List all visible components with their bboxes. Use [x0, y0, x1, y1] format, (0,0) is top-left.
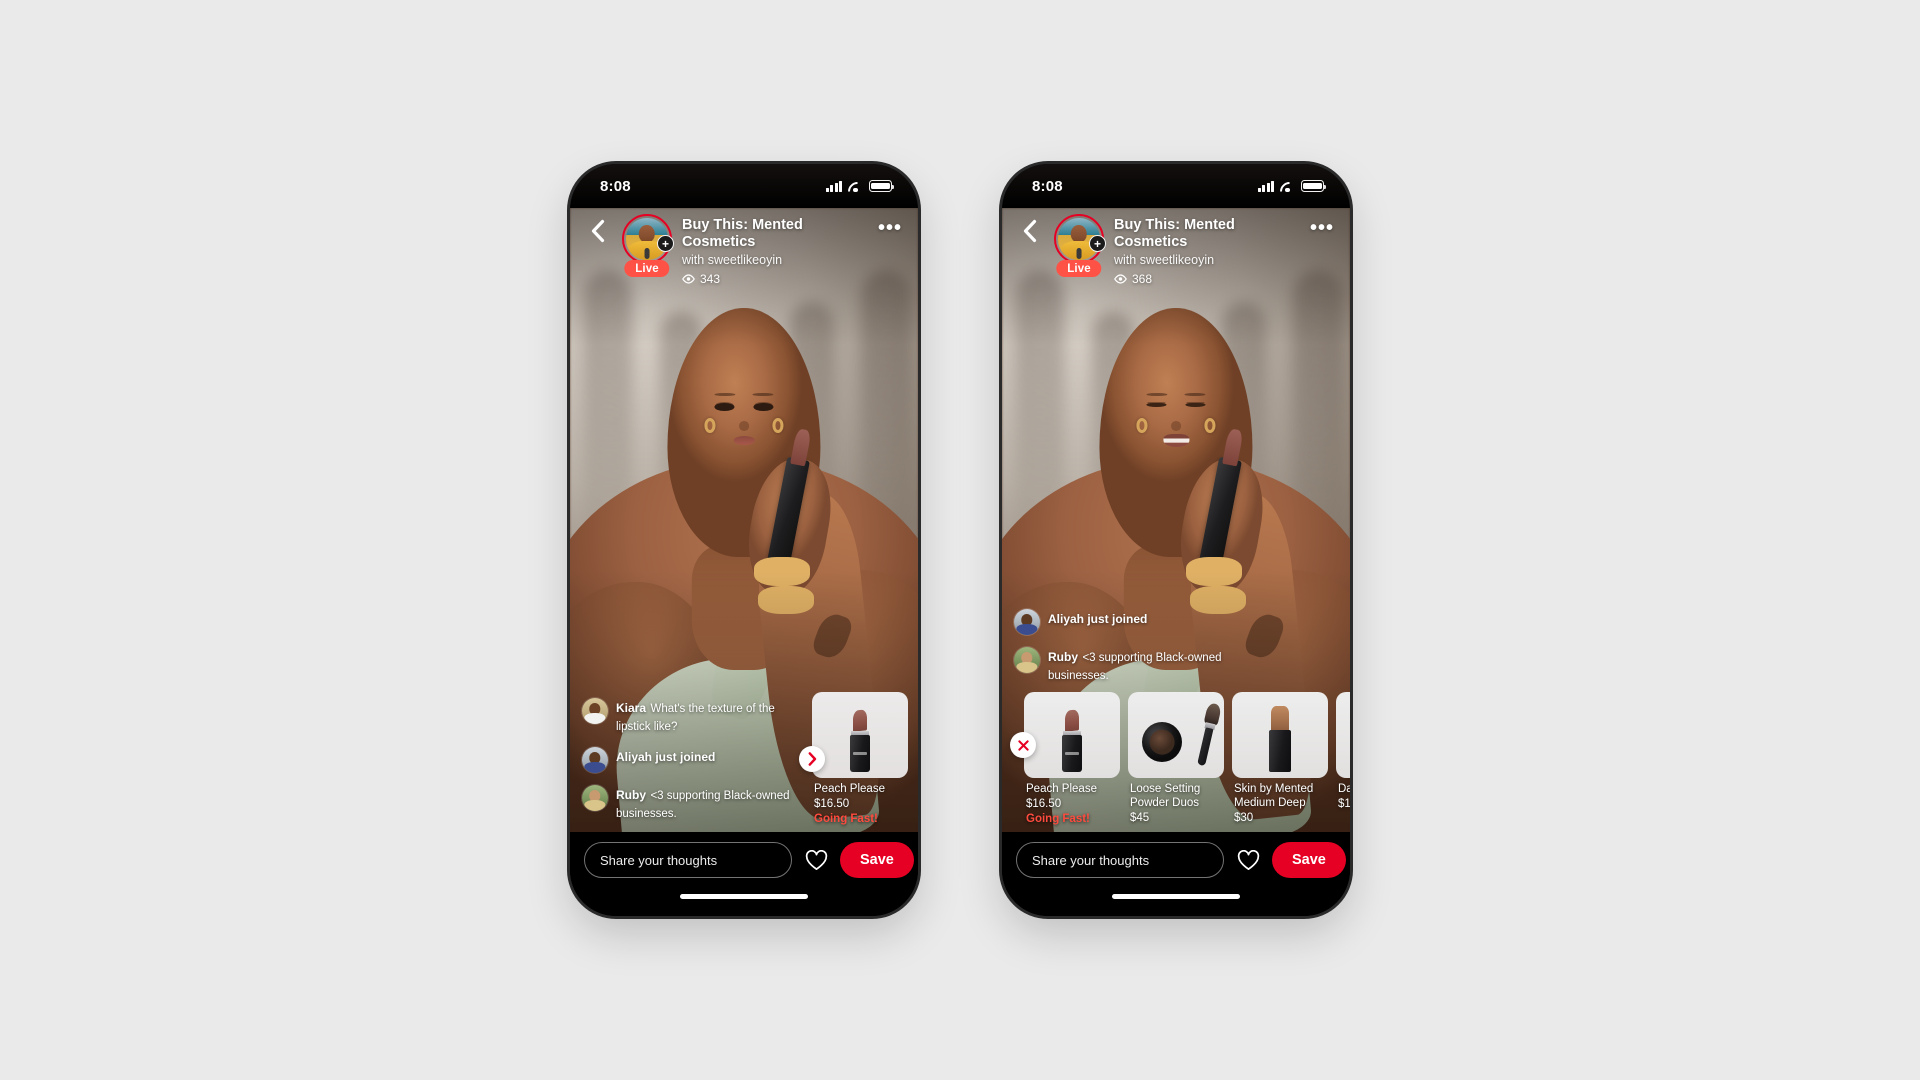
stream-title: Buy This: Mented Cosmetics	[1114, 217, 1235, 250]
status-icons	[1258, 180, 1327, 193]
status-clock: 8:08	[600, 177, 631, 195]
live-header: + Live Buy This: Mented Cosmetics with s…	[570, 208, 918, 286]
phone-screen-right: 8:08 + Live Buy This: Mented Cosmetics w…	[1002, 164, 1350, 916]
chevron-left-icon	[1023, 219, 1036, 243]
more-options-icon[interactable]: •••	[1310, 218, 1334, 238]
next-product-button[interactable]	[799, 746, 825, 773]
product-price: $30	[1234, 812, 1254, 825]
home-indicator-area	[1002, 886, 1350, 916]
wifi-icon	[1280, 181, 1295, 193]
phone-screen-left: 8:08 + Live Buy This: Mented Cosmetics w…	[570, 164, 918, 916]
carousel-item[interactable]: Loose Setting Powder Duos $45	[1128, 692, 1224, 825]
product-info: Loose Setting Powder Duos $45	[1128, 778, 1224, 825]
product-carousel[interactable]: Peach Please $16.50 Going Fast! Loose Se…	[1002, 692, 1350, 832]
live-badge: Live	[1056, 260, 1102, 277]
cellular-bars-icon	[826, 180, 842, 192]
lipstick-product-image[interactable]	[1024, 692, 1120, 779]
product-info: Dar $16	[1336, 778, 1350, 811]
viewer-count: 368	[1114, 272, 1300, 286]
carousel-item[interactable]: Skin by Mented Medium Deep $30	[1232, 692, 1328, 825]
cellular-bars-icon	[1258, 180, 1274, 192]
more-options-icon[interactable]: •••	[878, 218, 902, 238]
status-icons	[826, 180, 895, 193]
chevron-right-icon	[808, 752, 816, 767]
product-name: Dar	[1338, 783, 1350, 796]
live-header: + Live Buy This: Mented Cosmetics with s…	[1002, 208, 1350, 286]
lipstick-product-image[interactable]	[812, 692, 908, 779]
home-indicator	[1112, 894, 1240, 899]
phone-mockup-left: 8:08 + Live Buy This: Mented Cosmetics w…	[570, 164, 918, 916]
product-price: $16	[1338, 798, 1350, 811]
foundation-stick-product-image[interactable]	[1232, 692, 1328, 779]
stream-host-handle: with sweetlikeoyin	[1114, 253, 1215, 268]
stream-meta: Buy This: Mented Cosmetics with sweetlik…	[682, 214, 868, 286]
heart-icon[interactable]	[803, 847, 829, 873]
live-video-area[interactable]: + Live Buy This: Mented Cosmetics with s…	[1002, 208, 1350, 832]
product-name: Loose Setting Powder Duos	[1130, 783, 1201, 810]
product-name: Skin by Mented Medium Deep	[1234, 783, 1314, 810]
close-x-icon	[1017, 739, 1029, 751]
product-stock-tag: Going Fast!	[1026, 812, 1090, 825]
share-thoughts-input[interactable]	[1016, 842, 1224, 878]
heart-icon[interactable]	[1235, 847, 1261, 873]
save-button[interactable]: Save	[1272, 842, 1346, 878]
viewer-count-value: 368	[1132, 272, 1153, 287]
live-badge: Live	[624, 260, 670, 277]
save-button[interactable]: Save	[840, 842, 914, 878]
host-avatar-group[interactable]: + Live	[1054, 214, 1106, 277]
stream-title: Buy This: Mented Cosmetics	[682, 217, 803, 250]
product-info: Peach Please $16.50 Going Fast!	[1024, 778, 1120, 826]
eye-icon	[1114, 274, 1127, 284]
status-bar: 8:08	[570, 164, 918, 208]
product-info: Peach Please $16.50 Going Fast!	[812, 778, 908, 826]
battery-icon	[869, 180, 895, 192]
composer-bar: Save	[1002, 832, 1350, 886]
viewer-count-value: 343	[700, 272, 721, 287]
product-name: Peach Please	[814, 783, 885, 796]
viewer-count: 343	[682, 272, 868, 286]
home-indicator	[680, 894, 808, 899]
chevron-left-icon	[591, 219, 604, 243]
eye-icon	[682, 274, 695, 284]
powder-brush-product-image[interactable]	[1128, 692, 1224, 779]
stream-meta: Buy This: Mented Cosmetics with sweetlik…	[1114, 214, 1300, 286]
status-clock: 8:08	[1032, 177, 1063, 195]
host-avatar-group[interactable]: + Live	[622, 214, 674, 277]
product-price: $16.50	[814, 798, 850, 811]
wifi-icon	[848, 181, 863, 193]
back-button[interactable]	[582, 214, 612, 248]
product-info: Skin by Mented Medium Deep $30	[1232, 778, 1328, 825]
follow-plus-icon[interactable]: +	[1089, 235, 1106, 252]
battery-icon	[1301, 180, 1327, 192]
phone-mockup-right: 8:08 + Live Buy This: Mented Cosmetics w…	[1002, 164, 1350, 916]
product-card[interactable]: Peach Please $16.50 Going Fast!	[799, 692, 908, 826]
lipstick-product-image[interactable]	[1336, 692, 1350, 779]
share-thoughts-input[interactable]	[584, 842, 792, 878]
product-name: Peach Please	[1026, 783, 1097, 796]
carousel-item[interactable]: Peach Please $16.50 Going Fast!	[1024, 692, 1120, 826]
screenshot-canvas: 8:08 + Live Buy This: Mented Cosmetics w…	[0, 0, 1920, 1080]
stream-host-handle: with sweetlikeoyin	[682, 253, 783, 268]
close-carousel-button[interactable]	[1010, 732, 1036, 758]
product-stock-tag: Going Fast!	[814, 812, 878, 825]
home-indicator-area	[570, 886, 918, 916]
live-video-area[interactable]: + Live Buy This: Mented Cosmetics with s…	[570, 208, 918, 832]
follow-plus-icon[interactable]: +	[657, 235, 674, 252]
product-price: $16.50	[1026, 798, 1062, 811]
status-bar: 8:08	[1002, 164, 1350, 208]
composer-bar: Save	[570, 832, 918, 886]
carousel-item[interactable]: Dar $16	[1336, 692, 1350, 811]
product-price: $45	[1130, 812, 1150, 825]
back-button[interactable]	[1014, 214, 1044, 248]
